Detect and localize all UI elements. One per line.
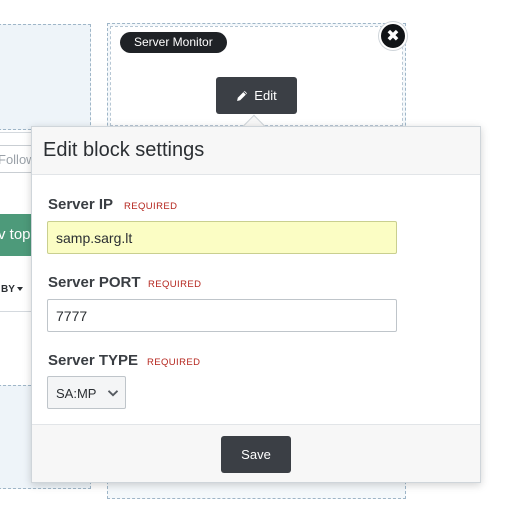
server-type-selected-value: SA:MP [56,386,97,401]
new-topic-label: v topic [0,226,34,243]
new-topic-button[interactable]: v topic [0,214,34,256]
popover-title: Edit block settings [43,139,205,161]
block-type-tag: Server Monitor [120,32,227,53]
edit-block-button[interactable]: Edit [216,77,297,114]
background-block-top [0,24,91,130]
sort-by-dropdown[interactable]: BY [1,284,23,295]
server-port-label: Server PORT [48,274,141,291]
edit-button-label: Edit [254,88,277,103]
server-port-input[interactable] [47,299,397,332]
pencil-icon [237,90,248,101]
server-type-select[interactable]: SA:MP [47,376,126,409]
sort-by-label: BY [1,284,15,295]
remove-block-button[interactable]: ✖ [379,22,407,50]
caret-down-icon [16,287,23,292]
close-icon: ✖ [386,26,400,45]
edit-block-settings-popover: Edit block settings Server IP REQUIRED S… [31,126,481,483]
follow-input[interactable]: Follow [0,145,34,173]
server-type-required-badge: REQUIRED [147,357,201,368]
popover-header: Edit block settings [32,127,480,175]
save-button[interactable]: Save [221,436,291,473]
server-ip-input[interactable] [47,221,397,254]
follow-input-placeholder: Follow [0,152,34,167]
server-ip-required-badge: REQUIRED [124,201,178,212]
server-type-label: Server TYPE [48,352,139,369]
chevron-down-icon [107,390,119,397]
server-port-required-badge: REQUIRED [148,279,202,290]
popover-footer: Save [32,424,480,482]
page-editor-stage: Follow v topic BY Server Monitor ✖ Edit … [0,0,519,516]
server-ip-label: Server IP [48,196,114,213]
